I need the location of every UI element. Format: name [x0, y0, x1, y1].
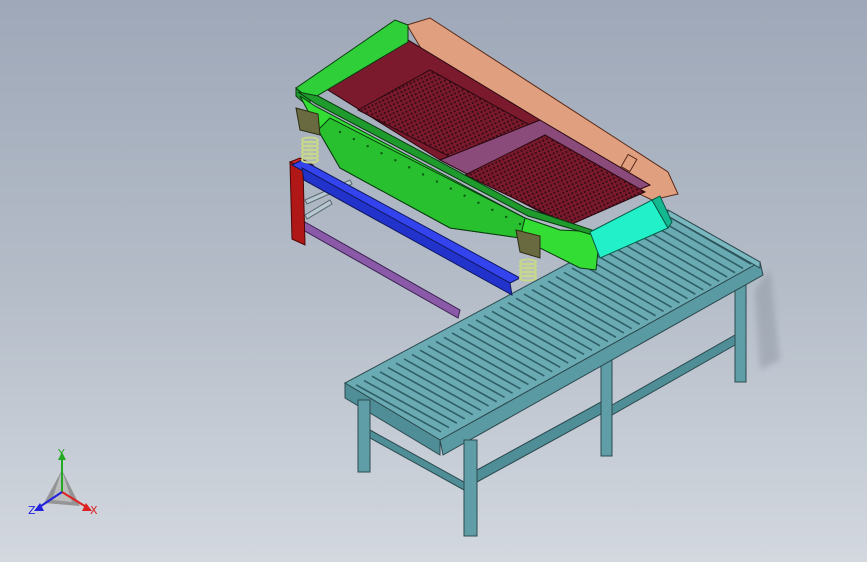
conveyor-shadow: [755, 270, 780, 370]
bolt: [352, 137, 356, 141]
spring-coil: [519, 274, 537, 282]
bolt: [435, 180, 439, 183]
bolt: [366, 144, 369, 148]
graphics-viewport[interactable]: Y X Z: [0, 0, 867, 562]
x-axis-label: X: [90, 504, 98, 517]
bolt: [338, 130, 342, 134]
conveyor-leg: [357, 399, 371, 473]
bolt: [449, 187, 452, 190]
conveyor-leg: [734, 281, 747, 383]
bolt: [421, 173, 425, 176]
roller-conveyor[interactable]: [343, 209, 764, 537]
bolt: [477, 201, 480, 204]
view-orientation-triad[interactable]: Y X Z: [22, 448, 112, 528]
y-axis-label: Y: [58, 447, 65, 460]
bolt: [408, 166, 411, 169]
bolt: [394, 159, 397, 162]
z-axis-label: Z: [28, 504, 36, 517]
model-scene[interactable]: [0, 0, 867, 562]
conveyor-leg: [600, 359, 613, 457]
bolt: [504, 215, 508, 219]
bolt: [380, 152, 383, 155]
bolt: [518, 222, 522, 226]
conveyor-leg: [463, 439, 478, 537]
vibrating-screen[interactable]: [295, 17, 679, 282]
bolt: [491, 208, 494, 212]
bolt: [463, 194, 466, 197]
